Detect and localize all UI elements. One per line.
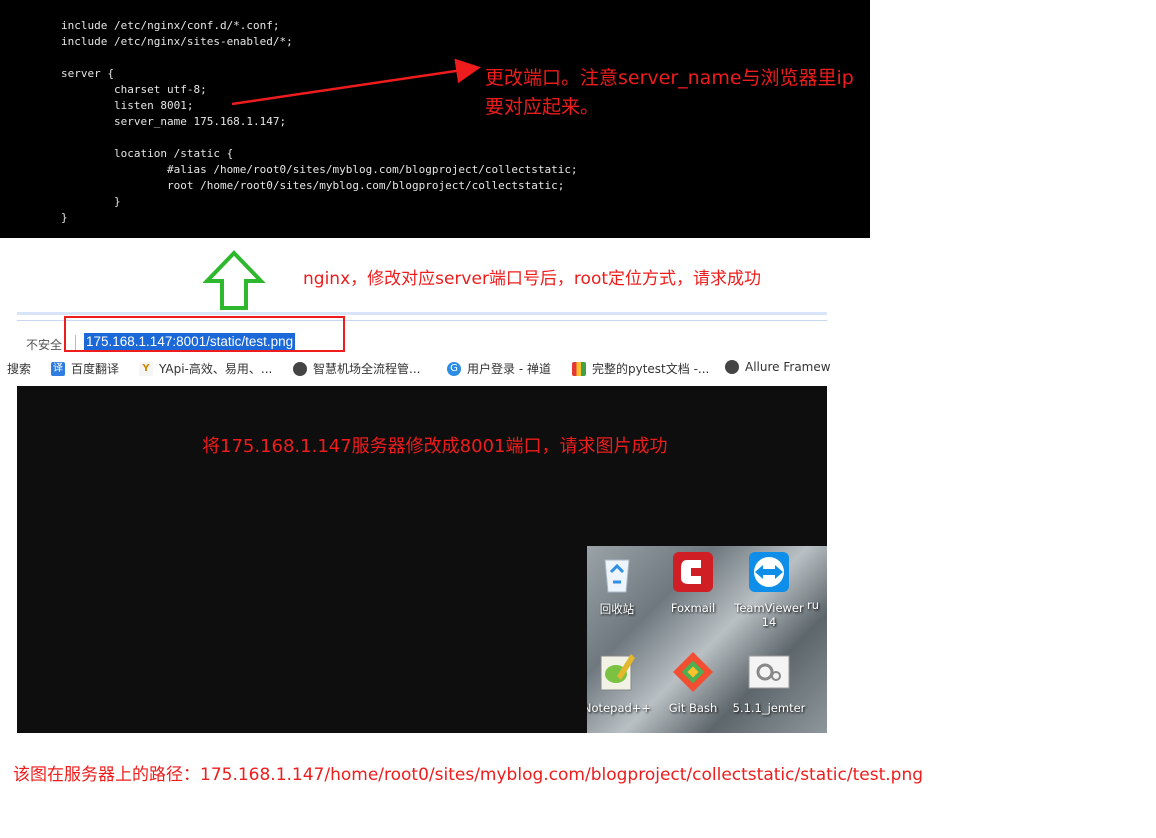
bookmark-pytest[interactable]: 完整的pytest文档 -... [572, 360, 709, 377]
test-png-image: 回收站 Foxmail TeamViewer 14 ru Notepad++ G… [587, 546, 827, 733]
server-path-note: 该图在服务器上的路径：175.168.1.147/home/root0/site… [13, 765, 924, 785]
url-highlight-box [64, 316, 345, 352]
foxmail-icon [673, 552, 713, 592]
desktop-icon-notepad-plus-plus[interactable]: Notepad++ [587, 650, 657, 715]
bookmark-label: 搜索 [7, 362, 32, 376]
translate-icon: 译 [51, 361, 65, 376]
green-up-arrow-icon [203, 250, 265, 310]
arrow-to-port-note [231, 58, 481, 106]
globe-icon [725, 360, 739, 374]
zentao-icon: G [447, 361, 461, 376]
teamviewer-icon [749, 552, 789, 592]
icon-label: TeamViewer 14 [734, 601, 804, 629]
bookmark-label: 百度翻译 [71, 362, 120, 376]
bookmark-label: 用户登录 - 禅道 [467, 362, 551, 376]
jmeter-shortcut-icon [748, 655, 790, 689]
bookmark-label: Allure Framew [745, 360, 831, 374]
bookmark-search[interactable]: 搜索 [7, 360, 31, 377]
yapi-icon: Y [139, 361, 153, 376]
bookmark-baidu-translate[interactable]: 译 百度翻译 [51, 360, 119, 377]
desktop-icon-recycle-bin[interactable]: 回收站 [587, 550, 657, 617]
insecure-label[interactable]: 不安全 [26, 336, 62, 353]
icon-label: Git Bash [668, 701, 718, 715]
desktop-icon-git-bash[interactable]: Git Bash [653, 650, 733, 715]
bookmark-allure[interactable]: Allure Framew [725, 360, 831, 374]
icon-label: ru [807, 598, 820, 612]
notepad-plus-plus-icon [600, 654, 635, 691]
desktop-icon-teamviewer[interactable]: TeamViewer 14 [729, 550, 809, 629]
image-request-note: 将175.168.1.147服务器修改成8001端口，请求图片成功 [202, 436, 668, 457]
pytest-icon [572, 361, 586, 376]
bookmark-label: YApi-高效、易用、... [159, 362, 273, 376]
bookmark-label: 智慧机场全流程管... [313, 362, 421, 376]
bookmark-zentao[interactable]: G 用户登录 - 禅道 [447, 360, 551, 377]
bookmarks-bar: 搜索 译 百度翻译 Y YApi-高效、易用、... 智慧机场全流程管... G… [7, 352, 831, 384]
bookmark-yapi[interactable]: Y YApi-高效、易用、... [139, 360, 272, 377]
tab-strip-edge [17, 312, 827, 315]
recycle-bin-icon [604, 559, 630, 593]
nginx-success-note: nginx，修改对应server端口号后，root定位方式，请求成功 [303, 269, 762, 289]
desktop-icon-jmeter[interactable]: 5.1.1_jemter [729, 650, 809, 715]
icon-label: 5.1.1_jemter [732, 701, 806, 715]
git-bash-icon [673, 652, 713, 692]
desktop-icon-partial[interactable]: ru [807, 598, 827, 612]
icon-label: 回收站 [599, 602, 635, 616]
bookmark-label: 完整的pytest文档 -... [592, 362, 710, 376]
bookmark-airport[interactable]: 智慧机场全流程管... [293, 360, 420, 377]
desktop-icon-foxmail[interactable]: Foxmail [653, 550, 733, 615]
icon-label: Notepad++ [587, 701, 652, 715]
icon-label: Foxmail [670, 601, 716, 615]
globe-icon [293, 361, 307, 376]
port-change-note: 更改端口。注意server_name与浏览器里ip要对应起来。 [485, 67, 854, 118]
